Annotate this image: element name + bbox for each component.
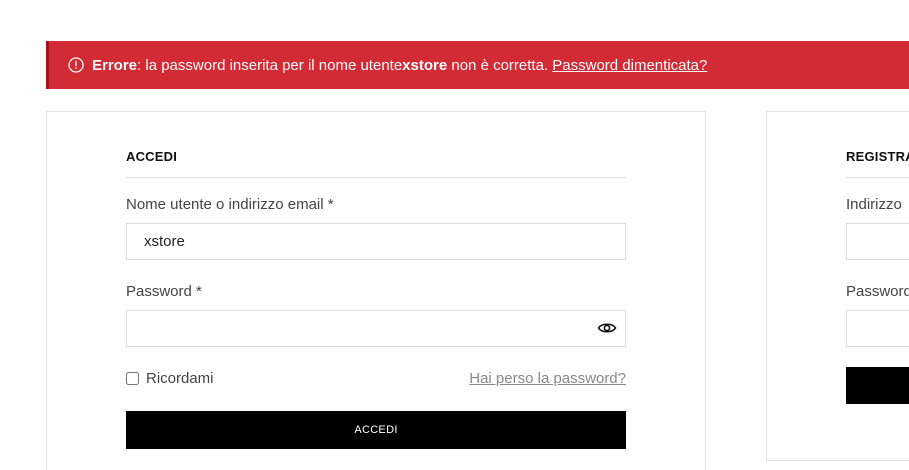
login-submit-button[interactable]: ACCEDI	[126, 411, 626, 449]
login-form: ACCEDI Nome utente o indirizzo email * P…	[46, 111, 706, 470]
remember-label: Ricordami	[146, 370, 214, 387]
show-password-icon[interactable]	[597, 321, 617, 335]
info-icon	[68, 57, 84, 73]
username-input[interactable]	[126, 223, 626, 260]
register-divider	[846, 177, 909, 178]
password-input[interactable]	[126, 310, 626, 347]
register-title: REGISTRA	[846, 149, 909, 164]
register-email-input[interactable]	[846, 223, 909, 260]
register-password-input[interactable]	[846, 310, 909, 347]
title-divider	[126, 177, 626, 178]
error-notice: Errore : la password inserita per il nom…	[46, 41, 909, 89]
register-submit-button[interactable]	[846, 367, 909, 404]
page: Errore : la password inserita per il nom…	[0, 0, 909, 470]
error-username: xstore	[402, 56, 448, 74]
forgot-password-link[interactable]: Password dimenticata?	[552, 57, 707, 74]
error-message-part1: : la password inserita per il nome utent…	[137, 56, 403, 74]
error-message-part2: non è corretta.	[447, 56, 553, 74]
remember-me[interactable]: Ricordami	[126, 370, 214, 387]
lost-password-link[interactable]: Hai perso la password?	[469, 370, 626, 387]
remember-checkbox[interactable]	[126, 372, 139, 385]
register-email-label: Indirizzo	[846, 196, 902, 213]
error-label: Errore	[92, 56, 138, 74]
login-title: ACCEDI	[126, 149, 178, 164]
register-password-label: Password	[846, 283, 909, 300]
username-label: Nome utente o indirizzo email *	[126, 196, 334, 213]
register-form: REGISTRA Indirizzo Password	[766, 111, 909, 461]
password-label: Password *	[126, 283, 202, 300]
